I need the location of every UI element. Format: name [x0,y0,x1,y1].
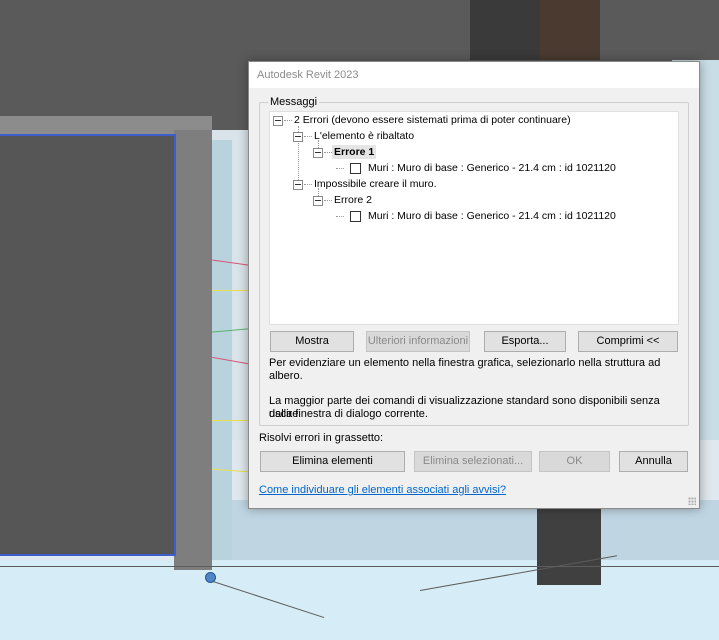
dark-post [537,505,601,585]
help-link[interactable]: Come individuare gli elementi associati … [259,484,506,496]
hint-view-commands-2: dalla finestra di dialogo corrente. [269,408,428,420]
export-button[interactable]: Esporta... [484,331,566,352]
resolve-label: Risolvi errori in grassetto: [259,432,384,444]
ok-button[interactable]: OK [539,451,610,472]
collapse-icon[interactable] [313,148,323,158]
delete-selected-button[interactable]: Elimina selezionati... [414,451,532,472]
collapse-button[interactable]: Comprimi << [578,331,678,352]
collapse-icon[interactable] [293,180,303,190]
wall-endpoint-grip[interactable] [205,572,216,583]
tree-connector [324,152,332,153]
background-block-brown [540,0,600,60]
tree-root-label[interactable]: 2 Errori (devono essere sistemati prima … [294,113,571,127]
error-dialog: Autodesk Revit 2023 Messaggi 2 Errori (d… [248,61,700,509]
dialog-title: Autodesk Revit 2023 [257,69,359,81]
collapse-icon[interactable] [293,132,303,142]
tree-connector [336,168,344,169]
tree-group-cannot-create[interactable]: Impossibile creare il muro. [314,177,437,191]
messages-group: Messaggi 2 Errori (devono essere sistema… [259,96,689,426]
tree-error-2[interactable]: Errore 2 [334,193,372,207]
more-info-button[interactable]: Ulteriori informazioni [366,331,470,352]
tree-connector [284,120,292,121]
model-line [212,420,248,421]
collapse-icon[interactable] [273,116,283,126]
dialog-titlebar[interactable]: Autodesk Revit 2023 [249,62,699,88]
glass-pane-bottom [230,500,719,560]
show-button[interactable]: Mostra [270,331,354,352]
cancel-button[interactable]: Annulla [619,451,688,472]
tree-item-1[interactable]: Muri : Muro di base : Generico - 21.4 cm… [368,161,616,175]
tree-connector [336,216,344,217]
tree-connector [304,184,312,185]
tree-connector [304,136,312,137]
tree-error-1[interactable]: Errore 1 [332,145,377,159]
glass-strip [212,140,232,560]
background-block [470,0,540,60]
messages-label: Messaggi [268,96,320,108]
error-tree[interactable]: 2 Errori (devono essere sistemati prima … [269,111,679,325]
model-line [212,290,248,291]
checkbox-item-1[interactable] [350,163,361,174]
tree-connector [324,200,332,201]
selected-wall[interactable] [0,134,176,556]
checkbox-item-2[interactable] [350,211,361,222]
wall-side-face [174,130,212,570]
collapse-icon[interactable] [313,196,323,206]
tree-group-flipped[interactable]: L'elemento è ribaltato [314,129,414,143]
delete-elements-button[interactable]: Elimina elementi [260,451,405,472]
tree-item-2[interactable]: Muri : Muro di base : Generico - 21.4 cm… [368,209,616,223]
resize-grip-icon[interactable] [688,497,696,505]
hint-select-element: Per evidenziare un elemento nella finest… [269,357,661,382]
floor-area [0,560,719,640]
floor-edge-line [0,566,719,567]
